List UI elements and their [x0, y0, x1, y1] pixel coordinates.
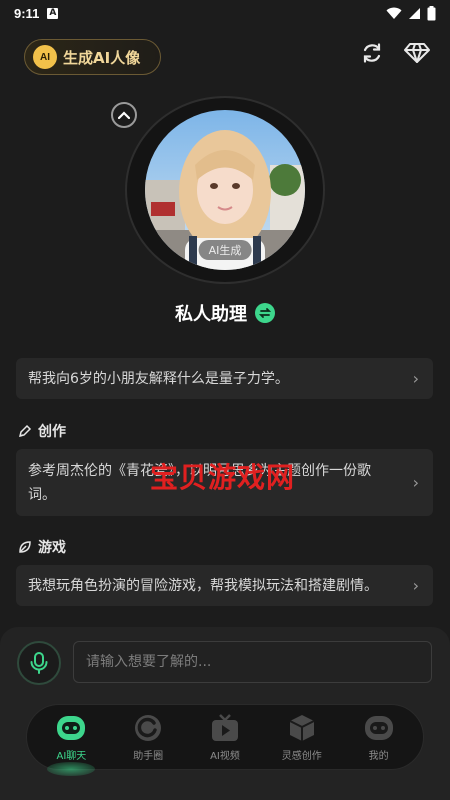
- prompt-text: 参考周杰伦的《青花瓷》，以明月思乡为主题创作一份歌词。: [28, 462, 371, 503]
- robot-icon: [55, 713, 87, 743]
- tab-label: 灵感创作: [281, 750, 322, 762]
- circle-icon: [132, 713, 164, 743]
- generate-ai-portrait-button[interactable]: AI 生成AI人像: [24, 39, 161, 75]
- microphone-icon: [30, 652, 48, 674]
- prompt-text: 我想玩角色扮演的冒险游戏，帮我模拟玩法和搭建剧情。: [28, 577, 378, 594]
- section-creation-title: 创作: [38, 424, 66, 440]
- prompt-card-general[interactable]: 帮我向6岁的小朋友解释什么是量子力学。 ›: [16, 358, 433, 399]
- section-game-title: 游戏: [38, 540, 66, 556]
- profile-robot-icon: [363, 713, 395, 743]
- tab-ai-video[interactable]: AI视频: [189, 713, 261, 762]
- switch-assistant-icon[interactable]: [255, 303, 275, 323]
- signal-icon: [409, 7, 420, 19]
- status-time: 9:11: [14, 5, 40, 21]
- refresh-icon[interactable]: [359, 40, 385, 66]
- tab-label: AI聊天: [56, 750, 87, 762]
- avatar-frame: AI生成: [125, 96, 325, 284]
- chevron-right-icon: ›: [412, 575, 419, 595]
- active-glow: [47, 761, 96, 776]
- assistant-name: 私人助理: [175, 304, 247, 325]
- section-creation: 创作: [18, 421, 66, 441]
- wifi-icon: [386, 7, 402, 19]
- prompt-text: 帮我向6岁的小朋友解释什么是量子力学。: [28, 370, 289, 387]
- section-game: 游戏: [18, 537, 66, 557]
- ai-generated-tag: AI生成: [198, 240, 252, 260]
- generate-ai-portrait-label: 生成AI人像: [63, 48, 141, 67]
- tab-ai-chat[interactable]: AI聊天: [35, 713, 107, 776]
- tab-label: 助手圈: [133, 750, 164, 762]
- chevron-up-icon: [118, 111, 130, 119]
- status-icons: [386, 5, 436, 21]
- cube-icon: [286, 713, 318, 743]
- leaf-icon: [19, 541, 31, 553]
- assistant-title: 私人助理: [0, 300, 450, 326]
- pen-icon: [18, 424, 32, 438]
- ai-badge-icon: AI: [33, 45, 57, 69]
- diamond-icon[interactable]: [404, 40, 430, 66]
- prompt-card-creation[interactable]: 参考周杰伦的《青花瓷》，以明月思乡为主题创作一份歌词。 ›: [16, 449, 433, 516]
- tv-icon: [209, 713, 241, 743]
- bottom-tab-bar: AI聊天 助手圈 AI视频 灵感创作 我的: [26, 704, 424, 776]
- tab-assistant-circle[interactable]: 助手圈: [112, 713, 184, 762]
- chat-input[interactable]: [86, 654, 419, 670]
- tab-label: AI视频: [210, 750, 240, 762]
- tab-profile[interactable]: 我的: [343, 713, 415, 762]
- assistant-avatar[interactable]: AI生成: [145, 110, 305, 270]
- collapse-button[interactable]: [111, 102, 137, 128]
- tab-label: 我的: [368, 750, 389, 762]
- tab-inspiration[interactable]: 灵感创作: [266, 713, 338, 762]
- notification-icon: A: [47, 7, 59, 19]
- status-bar: 9:11 A: [0, 0, 450, 26]
- prompt-card-game[interactable]: 我想玩角色扮演的冒险游戏，帮我模拟玩法和搭建剧情。 ›: [16, 565, 433, 606]
- chat-input-box[interactable]: [73, 641, 432, 683]
- chevron-right-icon: ›: [412, 472, 419, 492]
- voice-input-button[interactable]: [17, 641, 61, 685]
- chevron-right-icon: ›: [412, 368, 419, 388]
- battery-icon: [427, 5, 436, 20]
